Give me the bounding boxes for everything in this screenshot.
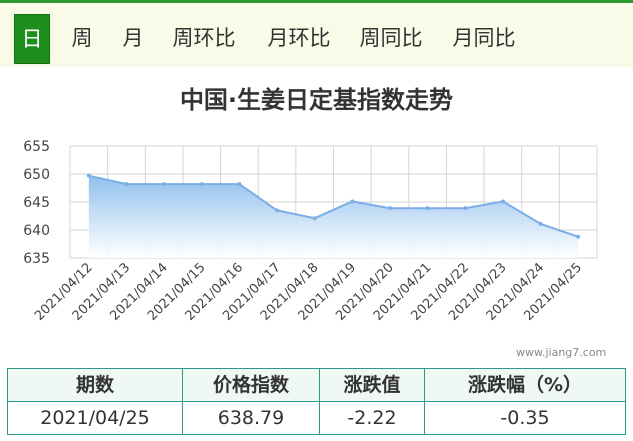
- data-point[interactable]: [237, 182, 242, 187]
- y-tick-label: 640: [23, 223, 50, 239]
- tab-month-mom[interactable]: 月环比: [260, 14, 338, 62]
- y-tick-label: 645: [23, 195, 50, 211]
- tab-week-mom[interactable]: 周环比: [165, 14, 243, 62]
- table-col-divider: [319, 369, 320, 434]
- cell-change-percent: -0.35: [500, 407, 550, 429]
- y-tick-label: 635: [23, 251, 50, 267]
- table-col-divider: [182, 369, 183, 434]
- cell-period: 2021/04/25: [40, 407, 150, 429]
- watermark: www.jiang7.com: [516, 346, 607, 359]
- tab-month[interactable]: 月: [115, 14, 151, 62]
- data-point[interactable]: [312, 216, 317, 221]
- index-trend-chart: 6356406456506552021/04/122021/04/132021/…: [23, 139, 598, 324]
- data-point[interactable]: [387, 206, 392, 211]
- tab-month-yoy[interactable]: 月同比: [445, 14, 523, 62]
- data-point[interactable]: [275, 208, 280, 213]
- data-point[interactable]: [425, 206, 430, 211]
- period-tabs: 日 周 月 周环比 月环比 周同比 月同比: [0, 0, 633, 67]
- data-point[interactable]: [576, 234, 581, 239]
- data-point[interactable]: [124, 182, 129, 187]
- index-summary-table: 期数 价格指数 涨跌值 涨跌幅（%） 2021/04/25 638.79 -2.…: [7, 368, 626, 435]
- cell-price-index: 638.79: [217, 407, 285, 429]
- header-period: 期数: [75, 374, 114, 396]
- y-tick-label: 655: [23, 139, 50, 155]
- table-header-row: 期数 价格指数 涨跌值 涨跌幅（%）: [8, 369, 625, 401]
- tab-day[interactable]: 日: [14, 14, 50, 64]
- header-price-index: 价格指数: [212, 374, 289, 396]
- tab-week-yoy[interactable]: 周同比: [352, 14, 430, 62]
- table-row: 2021/04/25 638.79 -2.22 -0.35: [8, 402, 625, 434]
- data-point[interactable]: [199, 182, 204, 187]
- data-point[interactable]: [463, 206, 468, 211]
- data-point[interactable]: [350, 199, 355, 204]
- table-col-divider: [424, 369, 425, 434]
- data-point[interactable]: [162, 182, 167, 187]
- y-tick-label: 650: [23, 167, 50, 183]
- data-point[interactable]: [538, 221, 543, 226]
- chart-title: 中国·生姜日定基指数走势: [179, 86, 454, 114]
- data-point[interactable]: [86, 173, 91, 178]
- data-point[interactable]: [500, 199, 505, 204]
- header-change-percent: 涨跌幅（%）: [467, 374, 583, 396]
- tab-week[interactable]: 周: [64, 14, 100, 62]
- header-change-value: 涨跌值: [343, 374, 401, 396]
- cell-change-value: -2.22: [347, 407, 397, 429]
